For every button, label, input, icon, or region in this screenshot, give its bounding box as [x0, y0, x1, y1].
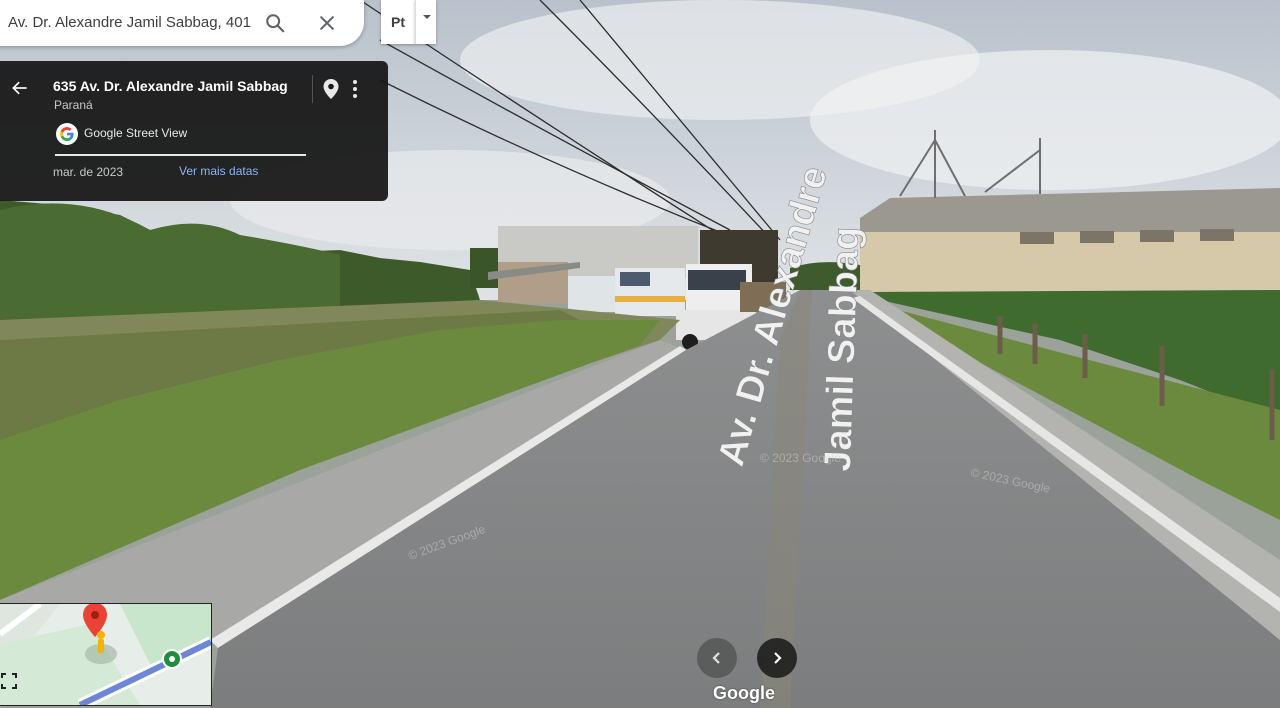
- layer-button[interactable]: Pt: [381, 0, 415, 44]
- google-g-icon: [56, 123, 78, 145]
- divider: [312, 75, 313, 103]
- location-info-panel: 635 Av. Dr. Alexandre Jamil Sabbag Paran…: [0, 61, 388, 201]
- region-text: Paraná: [54, 98, 93, 112]
- search-input[interactable]: Av. Dr. Alexandre Jamil Sabbag, 401: [8, 14, 251, 31]
- back-icon[interactable]: [10, 78, 30, 98]
- street-label-line2: Jamil Sabbag: [817, 226, 868, 472]
- google-logo: Google: [713, 683, 775, 703]
- previous-photo-button[interactable]: [697, 638, 737, 678]
- search-icon[interactable]: [264, 12, 286, 34]
- expand-icon[interactable]: [0, 672, 18, 690]
- layer-dropdown-button[interactable]: [415, 0, 436, 44]
- provider-text: Google Street View: [84, 126, 188, 140]
- more-dates-link[interactable]: Ver mais datas: [179, 164, 258, 178]
- chevron-right-icon: [774, 652, 782, 664]
- search-box[interactable]: Av. Dr. Alexandre Jamil Sabbag, 401: [0, 0, 364, 46]
- next-photo-button[interactable]: [757, 638, 797, 678]
- address-title: 635 Av. Dr. Alexandre Jamil Sabbag: [53, 78, 288, 94]
- pin-icon[interactable]: [322, 78, 340, 100]
- pegman-icon[interactable]: [97, 631, 105, 653]
- minimap[interactable]: [0, 603, 212, 706]
- watermark: © 2023 Google: [760, 451, 841, 465]
- timeline-bar: [55, 154, 306, 156]
- more-vert-icon[interactable]: [349, 78, 361, 100]
- minimap-canvas[interactable]: [0, 604, 211, 705]
- close-icon[interactable]: [316, 12, 338, 34]
- chevron-left-icon: [712, 652, 720, 664]
- capture-date: mar. de 2023: [53, 165, 124, 179]
- location-marker-icon: [162, 649, 182, 669]
